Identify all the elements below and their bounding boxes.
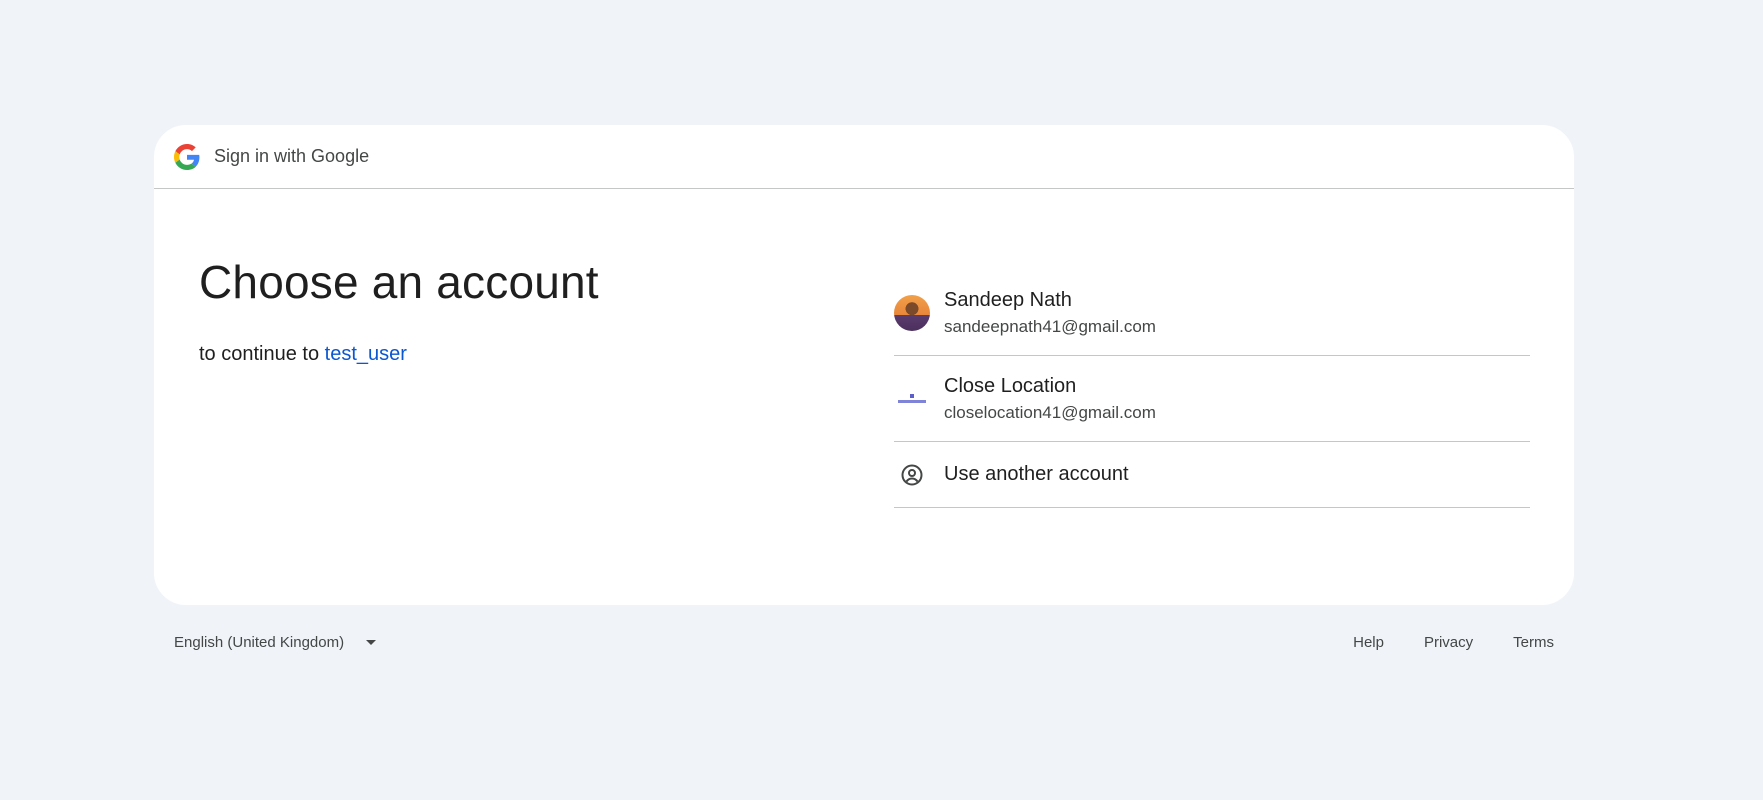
card-header: Sign in with Google [154,125,1574,189]
avatar [894,294,930,331]
footer-links: Help Privacy Terms [1353,634,1554,651]
account-email: sandeepnath41@gmail.com [944,316,1156,336]
account-email: closelocation41@gmail.com [944,402,1156,422]
app-name-link[interactable]: test_user [325,343,407,365]
page-title: Choose an account [199,256,599,308]
use-another-account-button[interactable]: Use another account [894,442,1530,508]
subtitle-prefix: to continue to [199,343,320,365]
account-item-sandeep[interactable]: Sandeep Nath sandeepnath41@gmail.com [894,270,1530,356]
google-g-icon [174,143,200,170]
logo-mark [910,394,914,398]
account-name: Close Location [944,374,1077,397]
account-item-close-location[interactable]: Close Location closelocation41@gmail.com [894,356,1530,442]
logo-text [898,400,926,403]
language-selector[interactable]: English (United Kingdom) [174,634,377,651]
language-label: English (United Kingdom) [174,634,345,651]
use-another-account-label: Use another account [944,463,1129,485]
account-text: Sandeep Nath sandeepnath41@gmail.com [944,287,1156,339]
avatar [894,380,930,417]
account-name: Sandeep Nath [944,288,1072,311]
account-list: Sandeep Nath sandeepnath41@gmail.com Clo… [894,270,1530,508]
caret-down-icon [366,640,377,645]
sign-in-card: Sign in with Google Choose an account to… [154,125,1574,605]
header-title: Sign in with Google [214,146,370,166]
privacy-link[interactable]: Privacy [1424,634,1473,651]
subtitle: to continue to test_user [199,343,599,366]
help-link[interactable]: Help [1353,634,1384,651]
person-circle-icon [894,457,930,493]
terms-link[interactable]: Terms [1513,634,1554,651]
account-text: Close Location closelocation41@gmail.com [944,373,1156,425]
footer: English (United Kingdom) Help Privacy Te… [174,634,1554,651]
left-column: Choose an account to continue to test_us… [199,259,599,366]
